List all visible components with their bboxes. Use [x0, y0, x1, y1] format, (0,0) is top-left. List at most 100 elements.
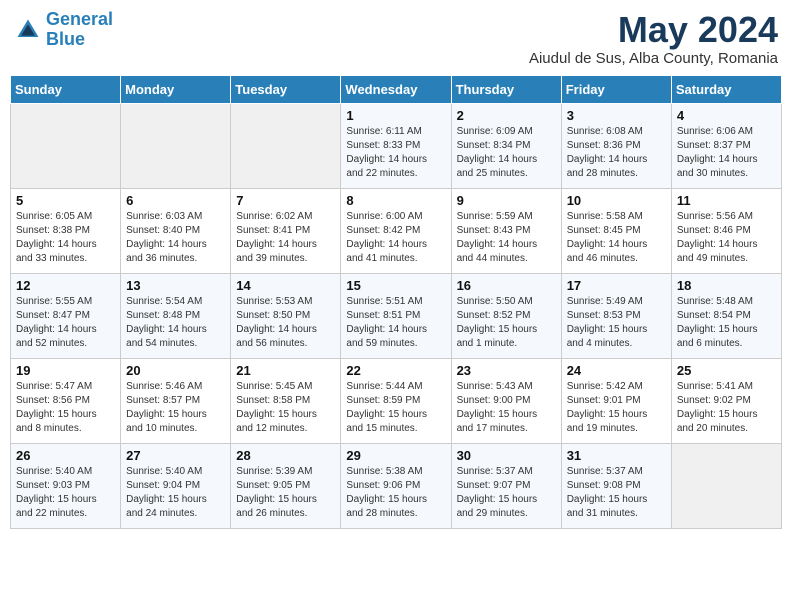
calendar-cell: 3 Sunrise: 6:08 AM Sunset: 8:36 PM Daylig… [561, 103, 671, 188]
calendar-cell: 30 Sunrise: 5:37 AM Sunset: 9:07 PM Dayli… [451, 443, 561, 528]
calendar-cell [121, 103, 231, 188]
cell-info: Sunrise: 6:09 AM Sunset: 8:34 PM Dayligh… [457, 125, 556, 181]
day-number: 6 [126, 193, 225, 208]
day-number: 8 [346, 193, 445, 208]
calendar-cell: 15 Sunrise: 5:51 AM Sunset: 8:51 PM Dayli… [341, 273, 451, 358]
calendar-body: 1 Sunrise: 6:11 AM Sunset: 8:33 PM Daylig… [11, 103, 782, 528]
day-number: 17 [567, 278, 666, 293]
calendar-week-row: 5 Sunrise: 6:05 AM Sunset: 8:38 PM Daylig… [11, 188, 782, 273]
cell-info: Sunrise: 5:45 AM Sunset: 8:58 PM Dayligh… [236, 380, 335, 436]
calendar-week-row: 1 Sunrise: 6:11 AM Sunset: 8:33 PM Daylig… [11, 103, 782, 188]
day-number: 9 [457, 193, 556, 208]
cell-info: Sunrise: 5:38 AM Sunset: 9:06 PM Dayligh… [346, 465, 445, 521]
cell-info: Sunrise: 5:39 AM Sunset: 9:05 PM Dayligh… [236, 465, 335, 521]
cell-info: Sunrise: 6:00 AM Sunset: 8:42 PM Dayligh… [346, 210, 445, 266]
calendar-cell: 11 Sunrise: 5:56 AM Sunset: 8:46 PM Dayli… [671, 188, 781, 273]
cell-info: Sunrise: 5:51 AM Sunset: 8:51 PM Dayligh… [346, 295, 445, 351]
day-number: 5 [16, 193, 115, 208]
day-of-week-header: Saturday [671, 75, 781, 103]
month-title: May 2024 [529, 10, 778, 50]
logo-text: General Blue [46, 10, 113, 50]
day-number: 31 [567, 448, 666, 463]
cell-info: Sunrise: 5:43 AM Sunset: 9:00 PM Dayligh… [457, 380, 556, 436]
cell-info: Sunrise: 5:55 AM Sunset: 8:47 PM Dayligh… [16, 295, 115, 351]
cell-info: Sunrise: 5:40 AM Sunset: 9:04 PM Dayligh… [126, 465, 225, 521]
calendar-cell: 17 Sunrise: 5:49 AM Sunset: 8:53 PM Dayli… [561, 273, 671, 358]
calendar-cell: 24 Sunrise: 5:42 AM Sunset: 9:01 PM Dayli… [561, 358, 671, 443]
day-number: 10 [567, 193, 666, 208]
day-number: 21 [236, 363, 335, 378]
day-number: 2 [457, 108, 556, 123]
cell-info: Sunrise: 5:47 AM Sunset: 8:56 PM Dayligh… [16, 380, 115, 436]
day-number: 15 [346, 278, 445, 293]
calendar-week-row: 12 Sunrise: 5:55 AM Sunset: 8:47 PM Dayli… [11, 273, 782, 358]
calendar-cell: 31 Sunrise: 5:37 AM Sunset: 9:08 PM Dayli… [561, 443, 671, 528]
cell-info: Sunrise: 5:50 AM Sunset: 8:52 PM Dayligh… [457, 295, 556, 351]
day-number: 14 [236, 278, 335, 293]
day-number: 27 [126, 448, 225, 463]
calendar-cell: 1 Sunrise: 6:11 AM Sunset: 8:33 PM Daylig… [341, 103, 451, 188]
day-number: 3 [567, 108, 666, 123]
cell-info: Sunrise: 6:05 AM Sunset: 8:38 PM Dayligh… [16, 210, 115, 266]
calendar-cell [671, 443, 781, 528]
day-number: 22 [346, 363, 445, 378]
calendar-week-row: 26 Sunrise: 5:40 AM Sunset: 9:03 PM Dayli… [11, 443, 782, 528]
cell-info: Sunrise: 5:37 AM Sunset: 9:07 PM Dayligh… [457, 465, 556, 521]
calendar-cell: 8 Sunrise: 6:00 AM Sunset: 8:42 PM Daylig… [341, 188, 451, 273]
calendar-cell: 13 Sunrise: 5:54 AM Sunset: 8:48 PM Dayli… [121, 273, 231, 358]
day-of-week-header: Tuesday [231, 75, 341, 103]
day-number: 28 [236, 448, 335, 463]
cell-info: Sunrise: 5:54 AM Sunset: 8:48 PM Dayligh… [126, 295, 225, 351]
day-number: 23 [457, 363, 556, 378]
day-number: 16 [457, 278, 556, 293]
day-number: 7 [236, 193, 335, 208]
day-of-week-header: Sunday [11, 75, 121, 103]
calendar-cell: 18Sunrise: 5:48 AM Sunset: 8:54 PM Dayli… [671, 273, 781, 358]
day-number: 24 [567, 363, 666, 378]
day-number: 4 [677, 108, 776, 123]
day-number: 26 [16, 448, 115, 463]
calendar-cell: 6 Sunrise: 6:03 AM Sunset: 8:40 PM Daylig… [121, 188, 231, 273]
cell-info: Sunrise: 5:59 AM Sunset: 8:43 PM Dayligh… [457, 210, 556, 266]
calendar-table: SundayMondayTuesdayWednesdayThursdayFrid… [10, 75, 782, 529]
calendar-cell: 2 Sunrise: 6:09 AM Sunset: 8:34 PM Daylig… [451, 103, 561, 188]
cell-info: Sunrise: 5:42 AM Sunset: 9:01 PM Dayligh… [567, 380, 666, 436]
title-block: May 2024 Aiudul de Sus, Alba County, Rom… [529, 10, 778, 67]
cell-info: Sunrise: 5:56 AM Sunset: 8:46 PM Dayligh… [677, 210, 776, 266]
calendar-cell: 20Sunrise: 5:46 AM Sunset: 8:57 PM Dayli… [121, 358, 231, 443]
day-number: 19 [16, 363, 115, 378]
calendar-cell: 5 Sunrise: 6:05 AM Sunset: 8:38 PM Daylig… [11, 188, 121, 273]
cell-info: Sunrise: 5:37 AM Sunset: 9:08 PM Dayligh… [567, 465, 666, 521]
calendar-cell: 19 Sunrise: 5:47 AM Sunset: 8:56 PM Dayli… [11, 358, 121, 443]
calendar-cell: 27 Sunrise: 5:40 AM Sunset: 9:04 PM Dayli… [121, 443, 231, 528]
cell-info: Sunrise: 6:08 AM Sunset: 8:36 PM Dayligh… [567, 125, 666, 181]
logo: General Blue [14, 10, 113, 50]
day-number: 13 [126, 278, 225, 293]
cell-info: Sunrise: 5:40 AM Sunset: 9:03 PM Dayligh… [16, 465, 115, 521]
day-number: 1 [346, 108, 445, 123]
calendar-cell: 23 Sunrise: 5:43 AM Sunset: 9:00 PM Dayli… [451, 358, 561, 443]
cell-info: Sunrise: 6:11 AM Sunset: 8:33 PM Dayligh… [346, 125, 445, 181]
day-number: 11 [677, 193, 776, 208]
calendar-cell: 10Sunrise: 5:58 AM Sunset: 8:45 PM Dayli… [561, 188, 671, 273]
cell-info: Sunrise: 6:06 AM Sunset: 8:37 PM Dayligh… [677, 125, 776, 181]
calendar-cell [231, 103, 341, 188]
logo-icon [14, 16, 42, 44]
calendar-week-row: 19 Sunrise: 5:47 AM Sunset: 8:56 PM Dayli… [11, 358, 782, 443]
day-number: 18 [677, 278, 776, 293]
day-of-week-header: Thursday [451, 75, 561, 103]
day-number: 25 [677, 363, 776, 378]
calendar-cell: 7Sunrise: 6:02 AM Sunset: 8:41 PM Daylig… [231, 188, 341, 273]
calendar-header: SundayMondayTuesdayWednesdayThursdayFrid… [11, 75, 782, 103]
day-number: 30 [457, 448, 556, 463]
day-of-week-header: Monday [121, 75, 231, 103]
calendar-cell: 14Sunrise: 5:53 AM Sunset: 8:50 PM Dayli… [231, 273, 341, 358]
day-of-week-header: Friday [561, 75, 671, 103]
cell-info: Sunrise: 5:49 AM Sunset: 8:53 PM Dayligh… [567, 295, 666, 351]
cell-info: Sunrise: 5:44 AM Sunset: 8:59 PM Dayligh… [346, 380, 445, 436]
cell-info: Sunrise: 5:46 AM Sunset: 8:57 PM Dayligh… [126, 380, 225, 436]
cell-info: Sunrise: 6:03 AM Sunset: 8:40 PM Dayligh… [126, 210, 225, 266]
calendar-cell: 12 Sunrise: 5:55 AM Sunset: 8:47 PM Dayli… [11, 273, 121, 358]
calendar-cell: 28 Sunrise: 5:39 AM Sunset: 9:05 PM Dayli… [231, 443, 341, 528]
day-number: 12 [16, 278, 115, 293]
